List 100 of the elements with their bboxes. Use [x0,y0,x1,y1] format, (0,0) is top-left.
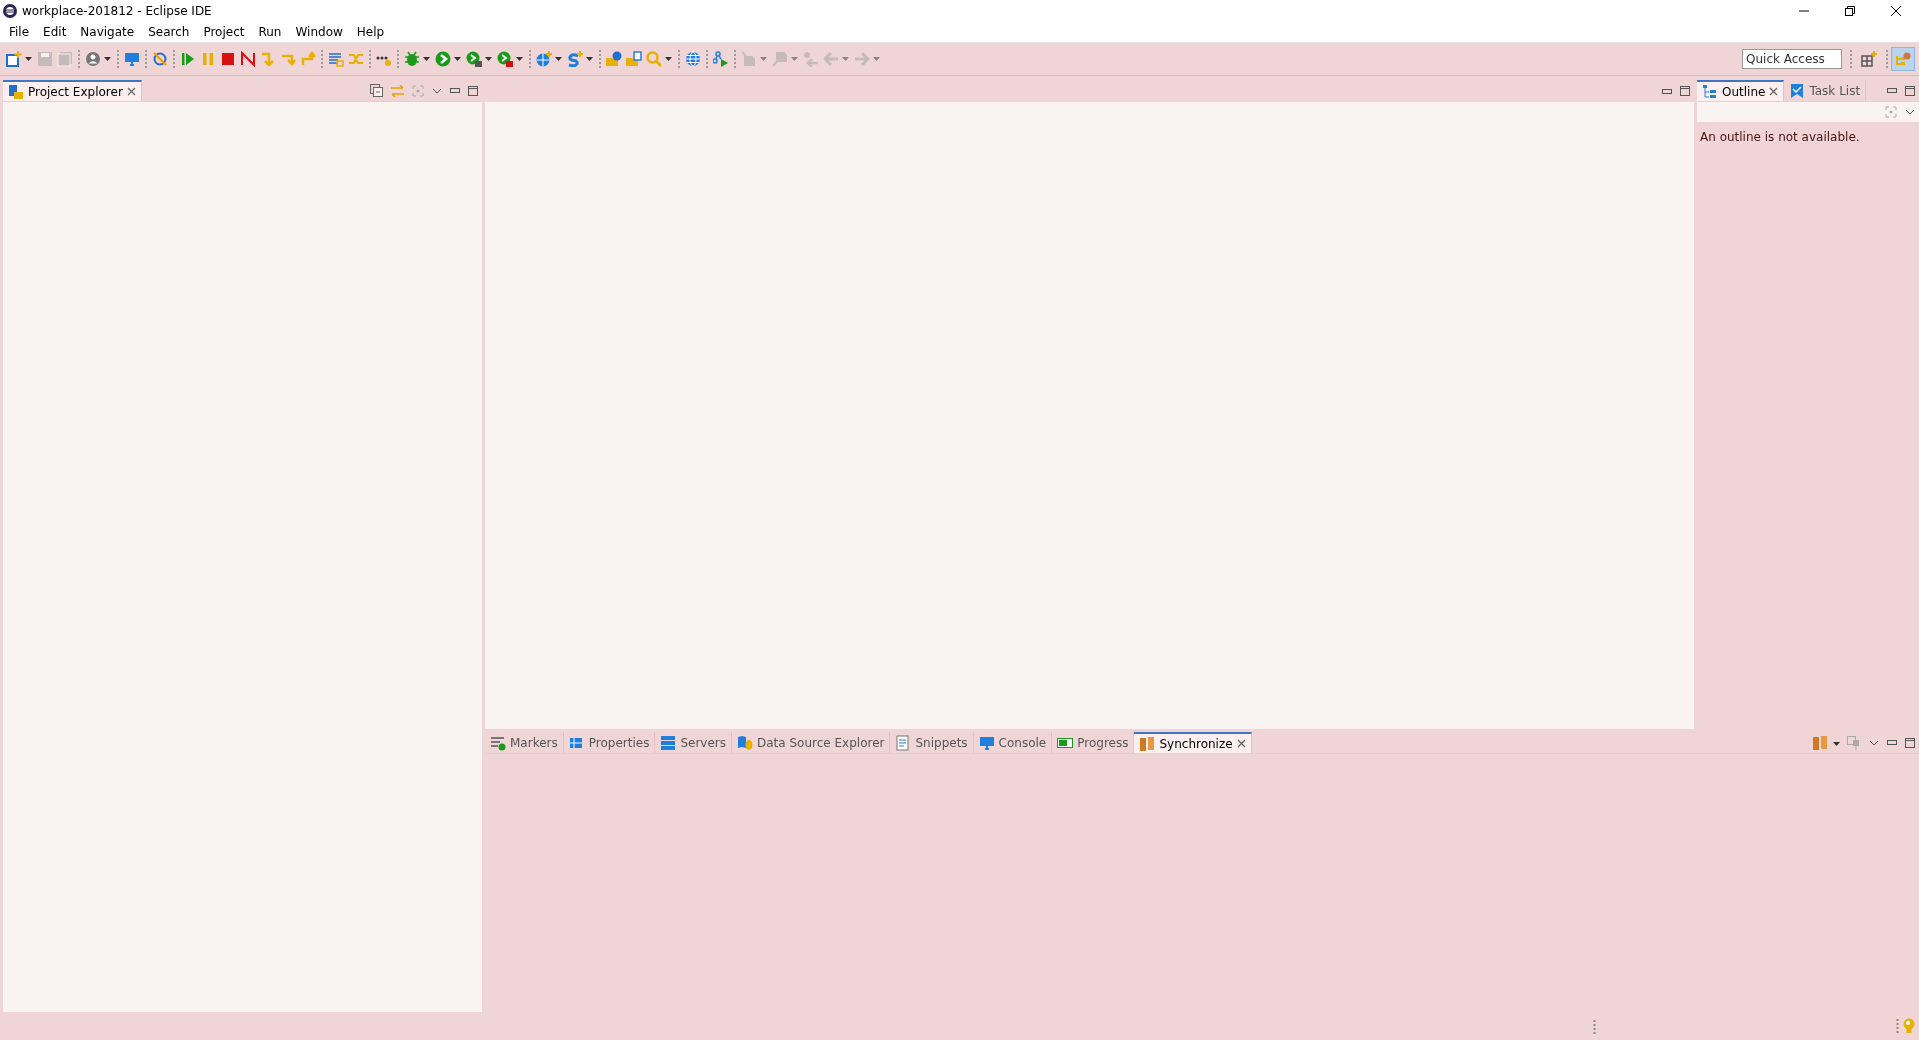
menu-item[interactable]: Run [251,22,289,41]
pause-icon [200,51,216,67]
minimize-icon [1662,88,1672,94]
menu-item[interactable]: Help [349,22,392,41]
resume-icon [180,51,196,67]
minimize-icon [1887,88,1897,93]
restore-icon [1845,5,1855,16]
caret-icon [586,57,593,61]
view-tab[interactable]: Console [973,732,1053,753]
caret-icon [454,57,461,61]
graph-play-icon [713,51,729,67]
step-into-icon [260,51,276,67]
grid-plus-icon [1861,51,1877,67]
explorer-icon [8,83,24,100]
caret-icon [665,57,672,61]
maximize-icon [1905,85,1915,96]
swap-arrows-icon [391,84,404,97]
outline-tree-icon [1702,83,1718,100]
caret-icon [25,57,32,61]
menu-item[interactable]: Window [288,22,350,41]
quick-access-field[interactable]: Quick Access [1742,49,1842,69]
caret-icon [760,57,767,61]
stop-icon [220,51,236,67]
minimize-icon [450,88,460,93]
markers-list-icon [490,734,506,751]
document-plus-icon [6,51,22,67]
forward-arrow-icon [854,51,870,67]
chevron-down-icon [432,87,442,94]
snippet-document-icon [895,734,912,751]
view-tab[interactable]: Project Explorer [3,80,142,101]
caret-icon [791,57,798,61]
caret-icon [516,57,523,61]
menu-item[interactable]: File [2,22,37,41]
step-return-icon [300,51,316,67]
view-tab[interactable]: Outline [1697,80,1785,101]
caret-icon [104,57,111,61]
focus-icon [1885,106,1897,118]
menu-item[interactable]: Project [196,22,252,41]
close-icon[interactable] [1769,87,1779,96]
menu-item[interactable]: Search [141,22,197,41]
perspective-button[interactable] [1891,47,1915,71]
folder-clipboard-icon [626,51,642,67]
maximize-icon [1905,737,1915,748]
caret-icon [555,57,562,61]
view-tab[interactable]: Task List [1784,80,1867,101]
user-circle-icon [85,51,101,67]
document-pen-icon [741,51,757,67]
run-external-icon [466,51,482,67]
perspective-icon [1895,51,1911,67]
view-tab[interactable]: Synchronize [1134,732,1252,753]
caret-icon [842,57,849,61]
caret-icon [873,57,880,61]
run-icon [435,51,451,67]
menu-item[interactable]: Edit [36,22,74,41]
maximize-icon [1680,86,1690,96]
view-tab[interactable]: Data Source Explorer [732,732,891,753]
dot-arrow-icon [803,51,819,67]
s-plus-icon [567,51,583,67]
servers-icon [660,734,677,751]
close-icon [1891,5,1901,16]
disconnect-icon [240,51,256,67]
maximize-icon [468,85,478,96]
document-arrow-icon [772,51,788,67]
window-title: workplace-201812 - Eclipse IDE [22,2,212,20]
focus-icon [412,84,424,97]
folder-ball-icon [606,51,622,67]
pin-icon [1847,735,1861,750]
back-arrow-icon [823,51,839,67]
coverage-icon [497,51,513,67]
monitor-icon [978,734,995,751]
view-tab[interactable]: Snippets [890,732,974,753]
globe-icon [685,51,701,67]
search-icon [646,51,662,67]
database-map-icon [737,734,753,751]
synchronize-icon [1139,735,1156,752]
globe-plus-icon [536,51,552,67]
chevron-down-icon [1905,109,1915,115]
close-icon[interactable] [126,87,136,96]
bug-icon [404,51,420,67]
checklist-icon [1789,82,1806,99]
crossed-circle-icon [152,51,168,67]
view-tab[interactable]: Properties [563,732,656,753]
menu-item[interactable]: Navigate [73,22,142,41]
chevron-down-icon [1869,739,1879,746]
caret-icon [423,57,430,61]
caret-icon [485,57,492,61]
view-tab[interactable]: Progress [1052,732,1135,753]
close-icon[interactable] [1236,739,1246,748]
outline-message: An outline is not available. [1699,129,1861,146]
floppy-disks-icon [57,51,73,67]
view-tab[interactable]: Markers [485,732,564,753]
view-tab[interactable]: Servers [655,732,732,753]
monitor-icon [124,51,140,67]
lightbulb-icon [1903,1018,1915,1034]
synchronize-icon [1812,734,1828,751]
caret-icon [1833,742,1840,746]
grip-icon [1593,1019,1596,1034]
shuffle-arrows-icon [348,51,364,67]
collapse-all-icon [370,84,383,97]
minimize-icon [1887,740,1897,745]
